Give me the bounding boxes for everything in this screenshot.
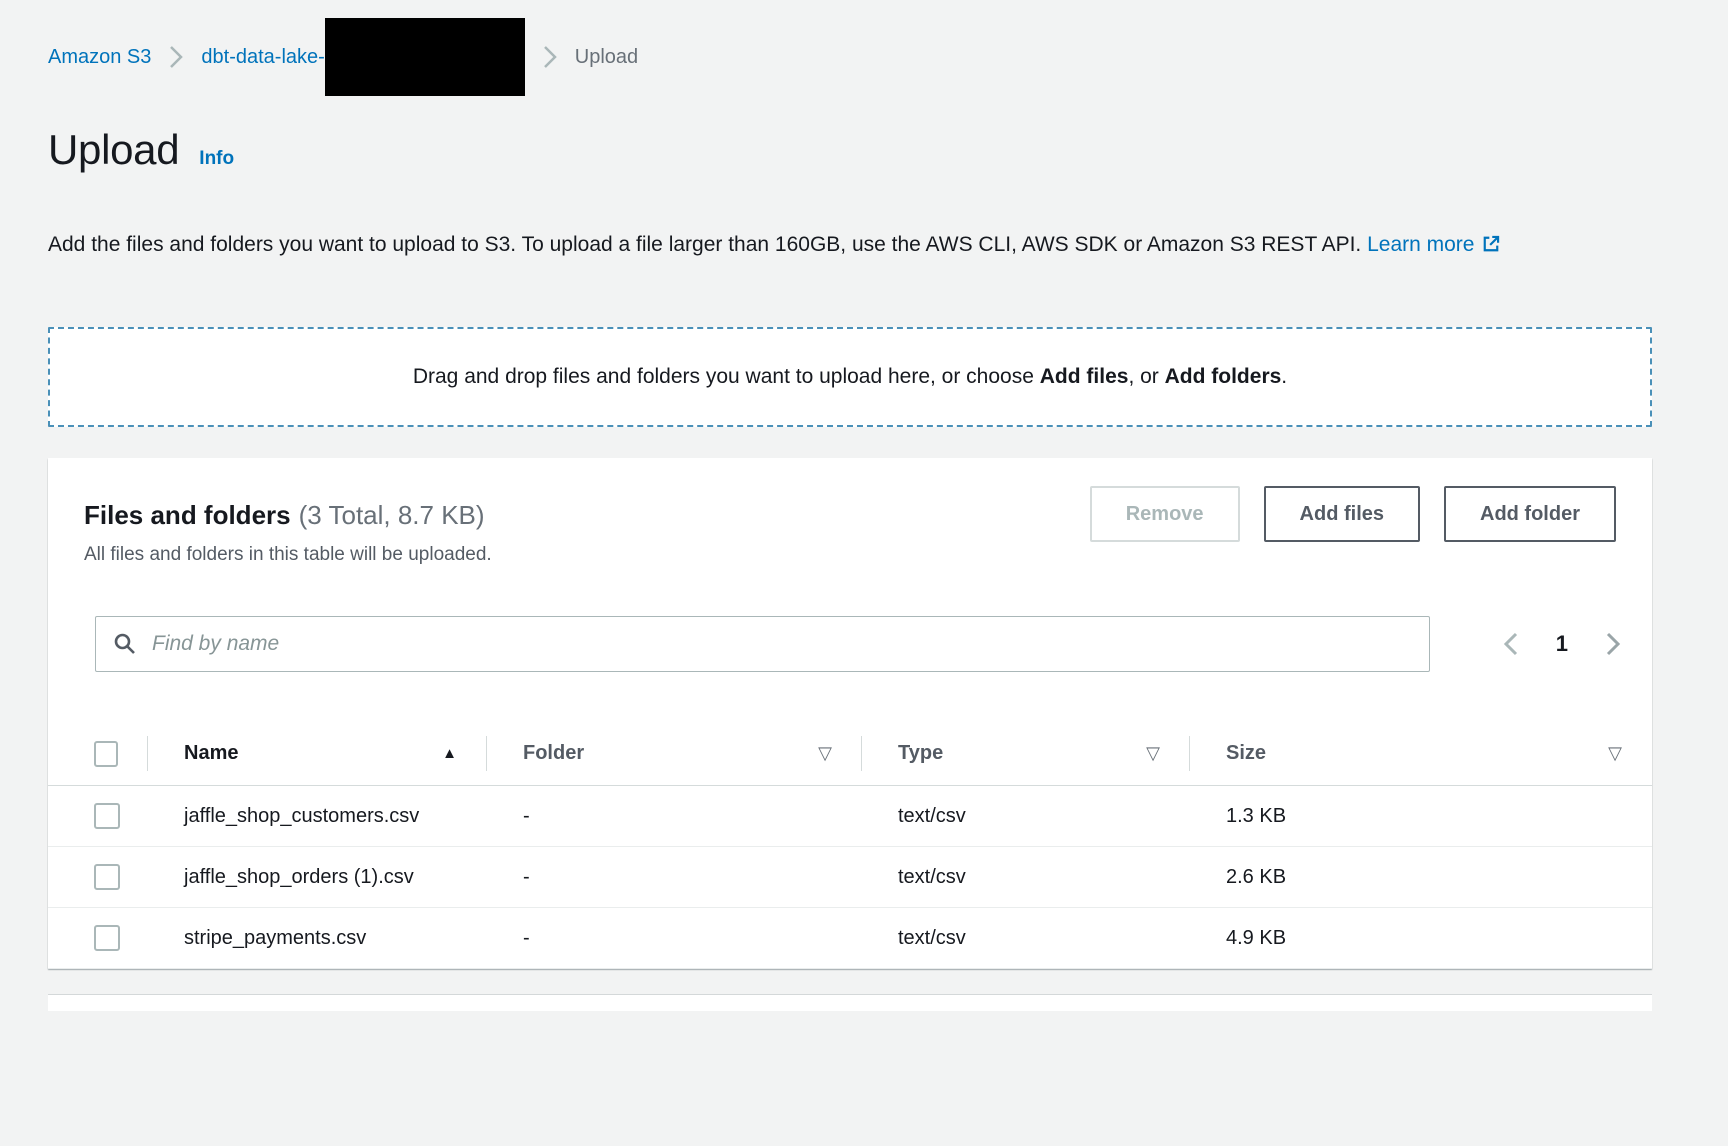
row-checkbox[interactable] bbox=[94, 925, 120, 951]
select-all-checkbox[interactable] bbox=[94, 741, 118, 767]
row-checkbox[interactable] bbox=[94, 803, 120, 829]
description-text: Add the files and folders you want to up… bbox=[48, 233, 1361, 256]
external-link-icon bbox=[1481, 234, 1501, 254]
next-section-edge bbox=[48, 995, 1652, 1011]
drag-drop-zone[interactable]: Drag and drop files and folders you want… bbox=[48, 327, 1652, 427]
column-label-size: Size bbox=[1226, 742, 1266, 765]
breadcrumb-amazon-s3[interactable]: Amazon S3 bbox=[48, 46, 151, 69]
dropzone-text: Drag and drop files and folders you want… bbox=[413, 365, 1287, 389]
sort-ascending-icon[interactable]: ▲ bbox=[442, 745, 457, 762]
file-size: 4.9 KB bbox=[1190, 908, 1652, 968]
upload-page: Amazon S3 dbt-data-lake- Upload Upload I… bbox=[0, 18, 1728, 1011]
remove-button[interactable]: Remove bbox=[1090, 486, 1240, 542]
chevron-right-icon bbox=[169, 44, 183, 70]
select-all-cell bbox=[48, 722, 148, 785]
table-header-row: Name ▲ Folder ▽ Type ▽ Size ▽ bbox=[48, 722, 1652, 786]
column-header-name[interactable]: Name ▲ bbox=[148, 722, 487, 785]
breadcrumb-current: Upload bbox=[575, 46, 638, 69]
column-header-folder[interactable]: Folder ▽ bbox=[487, 722, 862, 785]
file-size: 1.3 KB bbox=[1190, 786, 1652, 846]
add-files-button[interactable]: Add files bbox=[1264, 486, 1420, 542]
file-folder: - bbox=[487, 908, 862, 968]
table-row: jaffle_shop_orders (1).csv - text/csv 2.… bbox=[48, 847, 1652, 908]
file-type: text/csv bbox=[862, 908, 1190, 968]
previous-page-button[interactable] bbox=[1502, 630, 1520, 658]
filter-icon[interactable]: ▽ bbox=[1146, 743, 1160, 764]
search-input[interactable] bbox=[152, 632, 1412, 656]
search-box bbox=[95, 616, 1430, 672]
file-type: text/csv bbox=[862, 786, 1190, 846]
file-name: stripe_payments.csv bbox=[184, 920, 366, 956]
add-folder-button[interactable]: Add folder bbox=[1444, 486, 1616, 542]
chevron-left-icon bbox=[1502, 630, 1520, 658]
file-folder: - bbox=[487, 847, 862, 907]
pagination: 1 bbox=[1502, 630, 1632, 658]
file-name: jaffle_shop_orders (1).csv bbox=[184, 859, 414, 895]
page-title: Upload bbox=[48, 126, 179, 174]
file-size: 2.6 KB bbox=[1190, 847, 1652, 907]
learn-more-link[interactable]: Learn more bbox=[1367, 233, 1501, 256]
filter-icon[interactable]: ▽ bbox=[1608, 743, 1622, 764]
table-row: stripe_payments.csv - text/csv 4.9 KB bbox=[48, 908, 1652, 969]
files-panel: Files and folders(3 Total, 8.7 KB) All f… bbox=[48, 458, 1652, 969]
filter-icon[interactable]: ▽ bbox=[818, 743, 832, 764]
row-checkbox[interactable] bbox=[94, 864, 120, 890]
page-description: Add the files and folders you want to up… bbox=[48, 226, 1508, 263]
panel-title: Files and folders(3 Total, 8.7 KB) bbox=[84, 498, 492, 532]
breadcrumb: Amazon S3 dbt-data-lake- Upload bbox=[48, 18, 1652, 96]
table-row: jaffle_shop_customers.csv - text/csv 1.3… bbox=[48, 786, 1652, 847]
panel-subtitle: All files and folders in this table will… bbox=[84, 544, 492, 566]
column-header-type[interactable]: Type ▽ bbox=[862, 722, 1190, 785]
table-body: jaffle_shop_customers.csv - text/csv 1.3… bbox=[48, 786, 1652, 969]
breadcrumb-bucket-link[interactable]: dbt-data-lake- bbox=[201, 46, 324, 69]
info-link[interactable]: Info bbox=[199, 148, 234, 170]
page-number[interactable]: 1 bbox=[1556, 631, 1568, 657]
column-label-name: Name bbox=[184, 742, 238, 765]
column-header-size[interactable]: Size ▽ bbox=[1190, 722, 1652, 785]
file-folder: - bbox=[487, 786, 862, 846]
next-page-button[interactable] bbox=[1604, 630, 1622, 658]
files-table: Name ▲ Folder ▽ Type ▽ Size ▽ jaffle_sho… bbox=[48, 722, 1652, 969]
learn-more-label: Learn more bbox=[1367, 233, 1474, 256]
search-icon bbox=[113, 632, 137, 656]
panel-count: (3 Total, 8.7 KB) bbox=[299, 500, 485, 530]
file-name: jaffle_shop_customers.csv bbox=[184, 798, 419, 834]
column-label-folder: Folder bbox=[523, 742, 584, 765]
redacted-bucket-name bbox=[325, 18, 525, 96]
file-type: text/csv bbox=[862, 847, 1190, 907]
chevron-right-icon bbox=[543, 44, 557, 70]
column-label-type: Type bbox=[898, 742, 943, 765]
chevron-right-icon bbox=[1604, 630, 1622, 658]
